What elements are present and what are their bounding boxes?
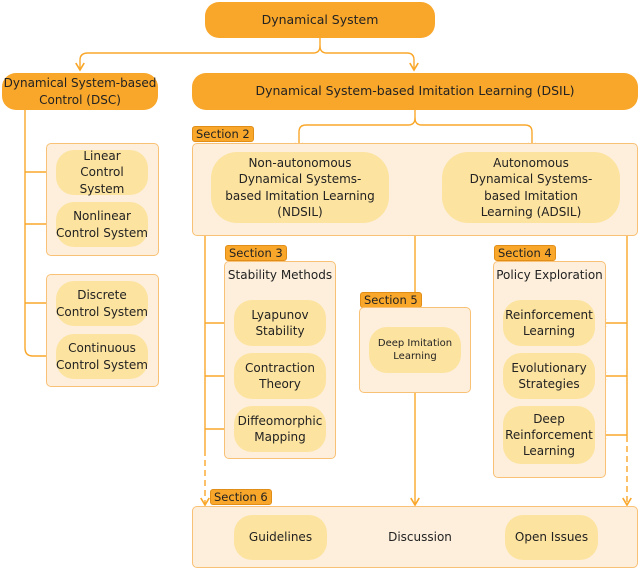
node-dsil: Dynamical System-based Imitation Learnin… <box>192 73 638 110</box>
node-guidelines: Guidelines <box>234 515 327 560</box>
node-contraction: Contraction Theory <box>234 353 326 399</box>
node-dsc: Dynamical System-based Control (DSC) <box>2 73 158 110</box>
stability-methods-title: Stability Methods <box>227 268 333 282</box>
node-open-issues: Open Issues <box>505 515 598 560</box>
node-linear-control: Linear Control System <box>56 149 148 196</box>
edge-root-dsc <box>75 38 321 72</box>
node-deep-reinforcement-learning: Deep Reinforcement Learning <box>503 406 595 464</box>
node-nonlinear-control: Nonlinear Control System <box>56 202 148 247</box>
node-dynamical-system: Dynamical System <box>205 2 435 38</box>
node-continuous-control: Continuous Control System <box>56 334 148 379</box>
section-6-tag: Section 6 <box>210 489 272 505</box>
node-reinforcement-learning: Reinforcement Learning <box>503 300 595 346</box>
node-lyapunov: Lyapunov Stability <box>234 300 326 346</box>
section-4-tag: Section 4 <box>494 245 556 261</box>
edge-root-dsil <box>319 45 419 72</box>
node-discrete-control: Discrete Control System <box>56 281 148 326</box>
section-5-tag: Section 5 <box>360 292 422 308</box>
node-adsil: Autonomous Dynamical Systems-based Imita… <box>442 152 620 223</box>
node-diffeomorphic: Diffeomorphic Mapping <box>234 406 326 452</box>
policy-exploration-title: Policy Exploration <box>496 268 603 282</box>
node-discussion: Discussion <box>388 530 452 545</box>
node-evolutionary-strategies: Evolutionary Strategies <box>503 353 595 399</box>
node-deep-imitation-learning: Deep Imitation Learning <box>369 327 461 373</box>
section-2-tag: Section 2 <box>192 126 254 142</box>
section-3-tag: Section 3 <box>225 245 287 261</box>
node-ndsil: Non-autonomous Dynamical Systems-based I… <box>211 152 389 223</box>
